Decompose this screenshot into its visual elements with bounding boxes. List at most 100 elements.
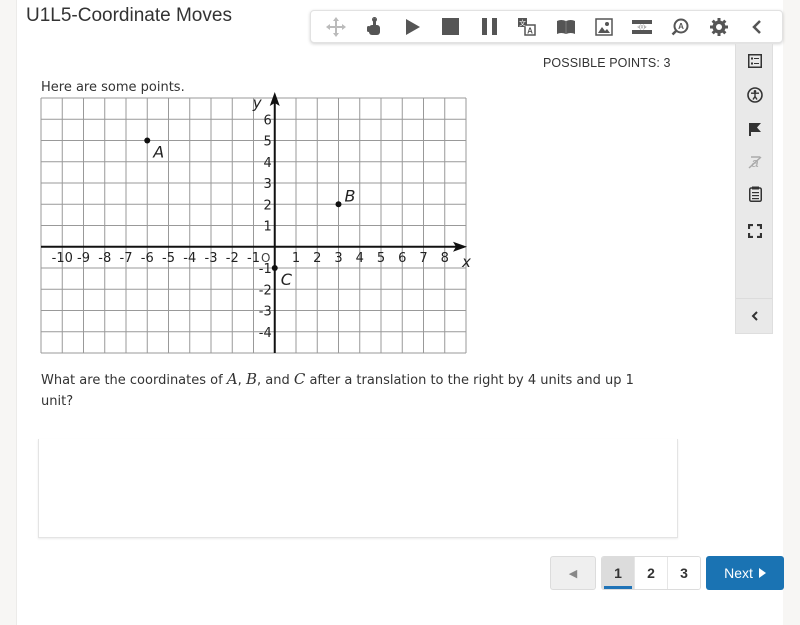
variable-a: A: [226, 370, 238, 388]
pause-button[interactable]: [474, 13, 504, 41]
hand-pointer-icon: [367, 16, 381, 35]
pause-icon: [481, 18, 497, 35]
collapse-side-panel-button[interactable]: [736, 301, 774, 331]
eliminate-answer-icon: a: [748, 155, 762, 169]
x-tick-label: -4: [183, 251, 196, 266]
variable-c: C: [293, 370, 306, 388]
play-right-icon: [758, 568, 766, 578]
svg-text:A: A: [527, 26, 533, 35]
image-icon: [595, 17, 613, 36]
next-button[interactable]: Next: [706, 556, 784, 590]
flag-icon: [749, 123, 761, 136]
y-tick-label: 2: [263, 198, 271, 213]
page-2-button[interactable]: 2: [634, 557, 667, 589]
question-text-start: What are the coordinates of: [41, 373, 227, 388]
point-read-button[interactable]: [359, 13, 389, 41]
svg-text:A: A: [678, 22, 684, 31]
gear-icon: [709, 17, 728, 36]
y-tick-label: 4: [263, 156, 271, 171]
answer-input[interactable]: [38, 439, 678, 538]
y-tick-label: -3: [259, 305, 272, 320]
left-margin: [0, 0, 17, 625]
translate-icon: A文: [518, 17, 537, 36]
move-toolbar-button[interactable]: [321, 13, 351, 41]
x-tick-label: 8: [441, 251, 449, 266]
play-button[interactable]: [398, 13, 428, 41]
y-axis-label: y: [252, 94, 263, 112]
x-tick-label: -5: [162, 251, 175, 266]
x-tick-label: 4: [356, 251, 364, 266]
screen-mask-button[interactable]: ‹(◊)›: [627, 13, 657, 41]
x-tick-label: 6: [398, 251, 406, 266]
fullscreen-button[interactable]: [736, 216, 774, 246]
x-tick-label: -7: [120, 251, 133, 266]
x-tick-label: 2: [313, 251, 321, 266]
stop-icon: [442, 18, 460, 35]
dictionary-button[interactable]: [551, 13, 581, 41]
x-tick-label: -2: [226, 251, 239, 266]
page-3-button[interactable]: 3: [667, 557, 700, 589]
side-tool-panel: a: [735, 44, 773, 334]
notepad-button[interactable]: [736, 179, 774, 209]
screen-mask-icon: ‹(◊)›: [632, 19, 653, 34]
svg-text:文: 文: [519, 18, 526, 27]
play-icon: [405, 18, 420, 35]
x-tick-label: 5: [377, 251, 385, 266]
point-label-a: A: [152, 143, 164, 162]
magnifier-icon: A: [671, 18, 689, 35]
y-tick-label: 6: [263, 113, 271, 128]
stop-button[interactable]: [436, 13, 466, 41]
y-tick-label: 3: [263, 177, 271, 192]
y-tick-label: 1: [263, 220, 271, 235]
y-tick-label: -2: [259, 283, 272, 298]
picture-dictionary-button[interactable]: [589, 13, 619, 41]
svg-text:‹(◊)›: ‹(◊)›: [638, 24, 647, 30]
origin-label: O: [261, 251, 270, 265]
pagination: ◀ 1 2 3 Next: [550, 556, 784, 590]
variable-b: B: [245, 370, 257, 388]
move-icon: [326, 16, 347, 37]
page-1-button[interactable]: 1: [602, 557, 634, 589]
point-c: [271, 265, 278, 271]
question-text: What are the coordinates of A, B, and C …: [41, 369, 651, 412]
answer-eliminator-button[interactable]: a: [736, 147, 774, 177]
notepad-icon: [748, 186, 762, 202]
magnifier-button[interactable]: A: [665, 13, 695, 41]
possible-points: POSSIBLE POINTS: 3: [543, 56, 671, 70]
x-tick-label: 1: [292, 251, 300, 266]
y-tick-label: -4: [259, 326, 272, 341]
point-a: [144, 137, 151, 144]
question-list-icon: [748, 54, 762, 68]
collapse-toolbar-button[interactable]: [742, 13, 772, 41]
previous-page-button[interactable]: ◀: [550, 556, 596, 590]
question-sep-2: , and: [256, 373, 294, 388]
x-tick-label: 3: [334, 251, 342, 266]
accessibility-button[interactable]: [736, 80, 774, 110]
point-b: [335, 201, 342, 208]
x-tick-label: -3: [205, 251, 218, 266]
question-sep-1: ,: [237, 373, 246, 388]
x-tick-label: -9: [77, 251, 90, 266]
chevron-left-icon: [751, 311, 758, 321]
translate-button[interactable]: A文: [512, 13, 542, 41]
flag-button[interactable]: [736, 114, 774, 144]
next-button-label: Next: [724, 565, 753, 581]
coordinate-grid-chart: xy-10 -9 -8 -7 -6 -5 -4 -3 -2 -1 1 2 3 4 5 6 7 8-4-3-2-11…: [40, 92, 471, 354]
point-label-b: B: [345, 186, 356, 205]
side-panel-divider: [736, 298, 772, 299]
x-tick-label: -10: [52, 251, 73, 266]
page-number-group: 1 2 3: [601, 556, 701, 590]
settings-button[interactable]: [704, 13, 734, 41]
x-tick-label: -6: [141, 251, 154, 266]
fullscreen-icon: [748, 224, 762, 238]
y-tick-label: 5: [263, 135, 271, 150]
book-icon: [556, 19, 575, 34]
accessibility-icon: [747, 87, 763, 103]
x-tick-label: -8: [98, 251, 111, 266]
point-label-c: C: [281, 270, 293, 289]
page-title: U1L5-Coordinate Moves: [26, 5, 232, 26]
x-tick-label: 7: [419, 251, 427, 266]
question-list-button[interactable]: [736, 46, 774, 76]
x-axis-label: x: [461, 253, 471, 271]
reading-toolbar: A文 ‹(◊)› A: [310, 10, 783, 43]
